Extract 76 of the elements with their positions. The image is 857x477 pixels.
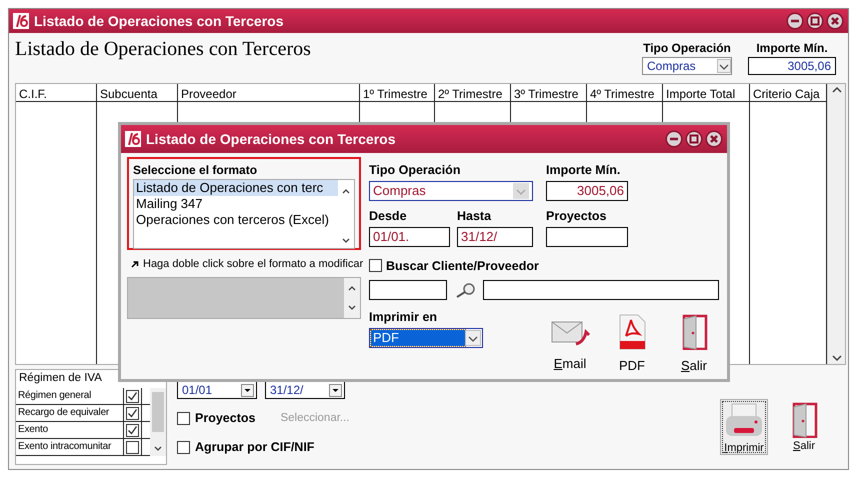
- checkbox-label[interactable]: Buscar Cliente/Proveedor: [386, 256, 539, 276]
- maximize-icon[interactable]: [806, 12, 824, 30]
- window-title: Listado de Operaciones con Terceros: [34, 12, 284, 31]
- print-button[interactable]: Imprimir: [720, 399, 768, 455]
- column-header[interactable]: C.I.F.: [16, 84, 97, 102]
- column-header[interactable]: Importe Total: [663, 84, 750, 102]
- list-item[interactable]: Régimen general: [16, 388, 124, 404]
- list-item[interactable]: Recargo de equivaler: [16, 405, 124, 421]
- window-title: Listado de Operaciones con Terceros: [146, 130, 396, 149]
- field-label: Hasta: [457, 208, 492, 225]
- checkbox-label[interactable]: Proyectos: [195, 409, 256, 428]
- pdf-button[interactable]: PDF: [607, 314, 657, 376]
- field-label: Desde: [369, 208, 408, 225]
- door-icon[interactable]: [680, 314, 708, 350]
- input-field[interactable]: [369, 280, 447, 300]
- input-field[interactable]: 3005,06: [748, 57, 836, 75]
- input-field[interactable]: 31/12/: [457, 226, 533, 246]
- field-label: Seleccione el formato: [133, 162, 258, 179]
- dropdown-value: Compras: [373, 182, 426, 200]
- arrow-icon: [131, 260, 139, 268]
- pdf-icon[interactable]: [617, 314, 647, 350]
- maximize-icon[interactable]: [685, 130, 703, 148]
- column-header[interactable]: 3º Trimestre: [511, 84, 587, 102]
- field-label: Importe Mín.: [756, 40, 828, 57]
- dropdown[interactable]: Compras: [642, 57, 732, 75]
- date-value: 01/01: [182, 382, 212, 399]
- dropdown[interactable]: PDF: [369, 328, 483, 348]
- close-icon[interactable]: [826, 12, 844, 30]
- column-header[interactable]: 2º Trimestre: [435, 84, 511, 102]
- dropdown-value: Compras: [647, 58, 696, 75]
- door-icon[interactable]: [790, 402, 818, 438]
- exit-button[interactable]: Salir: [669, 314, 719, 376]
- scroll-down-icon[interactable]: [347, 302, 357, 312]
- input-field[interactable]: 01/01.: [369, 226, 450, 246]
- checkbox[interactable]: [369, 259, 382, 272]
- minimize-icon[interactable]: [786, 12, 804, 30]
- email-button[interactable]: Email: [545, 314, 595, 376]
- date-picker[interactable]: 31/12/: [265, 381, 345, 399]
- hint-text: Haga doble click sobre el formato a modificar: [143, 257, 364, 272]
- scrollbar[interactable]: [150, 388, 166, 456]
- dropdown-value: PDF: [371, 330, 465, 346]
- date-value: 31/12/: [270, 382, 304, 399]
- checkbox[interactable]: [126, 424, 139, 436]
- column-header[interactable]: 4º Trimestre: [587, 84, 663, 102]
- app-logo-icon: [13, 13, 29, 29]
- dropdown[interactable]: Compras: [369, 180, 533, 201]
- checkbox[interactable]: [126, 390, 139, 402]
- page-heading: Listado de Operaciones con Terceros: [15, 39, 311, 59]
- list-header: Régimen de IVA: [18, 371, 103, 386]
- list-item[interactable]: Exento: [16, 422, 124, 438]
- input-field[interactable]: [483, 280, 719, 300]
- input-field[interactable]: [546, 226, 628, 246]
- list-item[interactable]: Exento intracomunitar: [16, 439, 124, 455]
- field-label: Tipo Operación: [369, 162, 462, 179]
- close-icon[interactable]: [705, 130, 723, 148]
- checkbox[interactable]: [177, 412, 190, 425]
- checkbox-label[interactable]: Agrupar por CIF/NIF: [195, 438, 314, 456]
- field-label: Imprimir en: [369, 309, 438, 326]
- list-item[interactable]: Mailing 347: [134, 196, 338, 212]
- app-logo-icon: [125, 131, 141, 147]
- list-item[interactable]: Operaciones con terceros (Excel): [134, 212, 338, 228]
- input-field[interactable]: 3005,06: [546, 180, 628, 201]
- field-label: Proyectos: [546, 208, 608, 225]
- list-item[interactable]: Listado de Operaciones con terc: [134, 180, 338, 196]
- exit-button[interactable]: Salir: [780, 399, 828, 455]
- column-header[interactable]: 1º Trimestre: [360, 84, 435, 102]
- date-picker[interactable]: 01/01: [177, 381, 257, 399]
- column-header[interactable]: Proveedor: [178, 84, 360, 102]
- field-label: Tipo Operación: [643, 40, 731, 57]
- checkbox[interactable]: [126, 406, 139, 420]
- scrollbar[interactable]: [827, 84, 845, 364]
- column-header[interactable]: Subcuenta: [97, 84, 178, 102]
- field-label: Importe Mín.: [546, 162, 622, 179]
- minimize-icon[interactable]: [665, 130, 683, 148]
- checkbox[interactable]: [126, 440, 139, 454]
- checkbox[interactable]: [177, 440, 190, 454]
